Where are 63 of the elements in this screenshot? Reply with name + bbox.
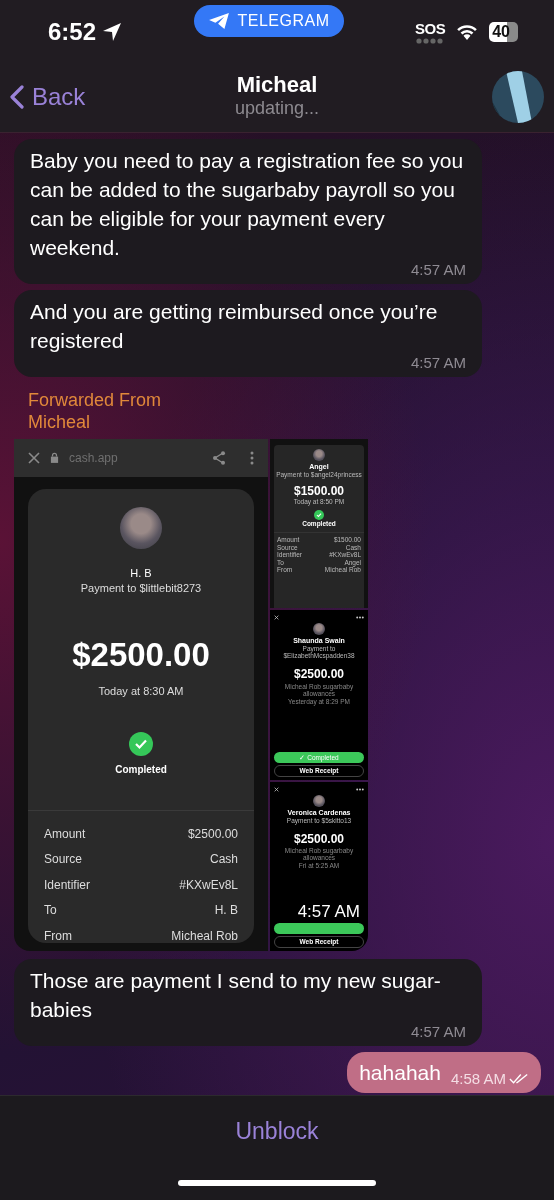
receipt-screenshot[interactable]: cash.app H. B Payment to $littlebit8273 $2500.00 Today at 8:30 AM Completed Amount $2500.00 Source Cash Identifier #KXwEv8L To H. B From Micheal Rob	[14, 439, 268, 951]
recipient-name: H. B	[130, 566, 152, 581]
detail-label: Amount	[44, 827, 86, 842]
close-icon	[274, 786, 279, 792]
detail-value: $2500.00	[187, 827, 238, 842]
detail-value: Cash	[210, 852, 238, 867]
detail-value: #KXwEv8L	[179, 877, 238, 893]
message-text: Those are payment I send to my new sugar-babies	[30, 968, 442, 1023]
paper-plane-icon	[207, 12, 230, 30]
detail-value: Micheal Rob	[171, 928, 238, 943]
sos-label: SOS	[415, 20, 446, 37]
chat-status: updating...	[234, 98, 320, 119]
avatar[interactable]	[492, 71, 544, 123]
status-label: Completed	[115, 764, 167, 777]
avatar	[120, 506, 162, 549]
more-icon	[250, 450, 254, 465]
detail-value: H. B	[214, 903, 238, 918]
amount: $1500.00	[293, 484, 345, 499]
message-bubble[interactable]: Those are payment I send to my new sugar-babies 4:57 AM	[14, 959, 482, 1046]
share-icon	[212, 450, 226, 465]
check-circle-icon	[314, 510, 324, 521]
message-time: 4:57 AM	[410, 355, 466, 371]
message-bubble[interactable]: Baby you need to pay a registration fee so you can be added to the sugarbaby payroll so you can be eligible for your payment every weekend. 4:57 AM	[14, 139, 482, 284]
detail-label: From	[44, 928, 72, 943]
detail-label: To	[44, 903, 57, 918]
location-arrow-icon	[102, 22, 123, 42]
avatar	[313, 449, 325, 461]
more-icon	[356, 787, 364, 791]
message-time: 4:58 AM	[450, 1071, 506, 1087]
back-button[interactable]: Back	[10, 83, 86, 111]
amount: $2500.00	[293, 831, 345, 847]
battery-indicator: 40	[489, 22, 518, 42]
avatar	[313, 794, 325, 807]
amount: $2500.00	[72, 635, 210, 675]
signal-dots-icon	[416, 38, 445, 44]
forwarded-label: Forwarded From	[27, 389, 163, 411]
amount: $2500.00	[293, 667, 345, 682]
payment-to: Payment to $littlebit8273	[80, 582, 202, 596]
chevron-left-icon	[10, 84, 24, 110]
url-text: cash.app	[69, 450, 119, 466]
unblock-button[interactable]: Unblock	[227, 1114, 327, 1149]
detail-label: Source	[44, 852, 83, 867]
chat-title: Micheal	[236, 72, 318, 98]
avatar	[313, 623, 325, 636]
message-bubble[interactable]: And you are getting reimbursed once you’re registered 4:57 AM	[14, 290, 482, 377]
payment-date: Today at 8:30 AM	[98, 684, 184, 699]
forwarded-sender[interactable]: Micheal	[14, 411, 368, 433]
message-text: And you are getting reimbursed once you’re registered	[30, 299, 439, 354]
close-icon	[28, 451, 40, 464]
message-time: 4:57 AM	[410, 1024, 466, 1040]
more-icon	[356, 616, 364, 620]
message-bubble[interactable]: hahahah 4:58 AM	[347, 1052, 541, 1093]
completed-button[interactable]	[274, 923, 364, 934]
message-text: hahahah	[359, 1060, 441, 1086]
message-time: 4:57 AM	[410, 262, 466, 278]
check-circle-icon	[129, 732, 153, 757]
app-pill[interactable]: TELEGRAM	[193, 5, 344, 37]
close-icon	[274, 615, 279, 621]
message-text: Baby you need to pay a registration fee so you can be added to the sugarbaby payroll so you can be eligible for your payment every weekend.	[30, 148, 465, 261]
detail-label: Identifier	[44, 877, 91, 893]
message-time: 4:57 AM	[297, 903, 360, 921]
clock: 6:52	[48, 18, 97, 46]
lock-icon	[50, 452, 59, 464]
